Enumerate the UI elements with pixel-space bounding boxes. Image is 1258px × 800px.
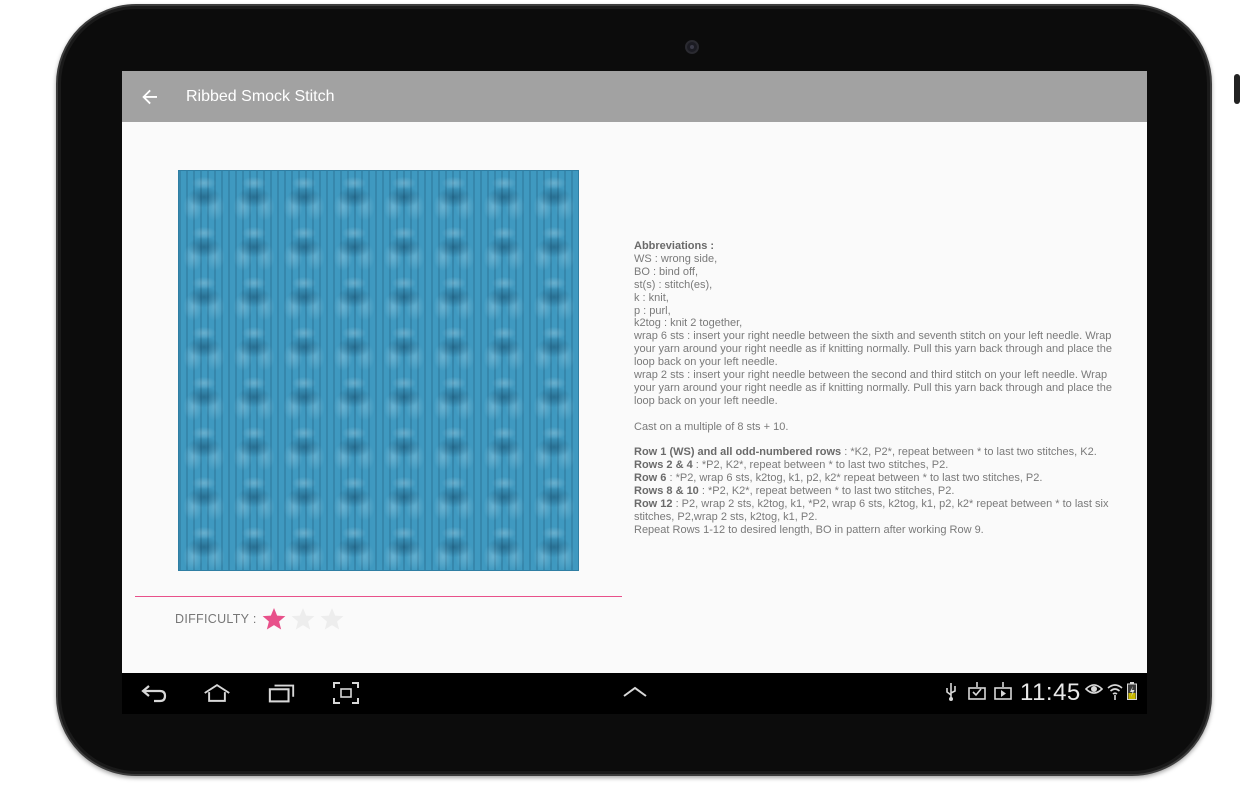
nav-back-icon[interactable] <box>140 681 168 705</box>
row-text: : *K2, P2*, repeat between * to last two… <box>841 446 1097 459</box>
row-label: Rows 2 & 4 <box>634 459 693 472</box>
row-label: Row 1 (WS) and all odd-numbered rows <box>634 446 842 459</box>
star-filled-icon <box>262 607 285 630</box>
stitch-instructions: Abbreviations : WS : wrong side, BO : bi… <box>634 240 1130 537</box>
row-instruction-continued: stitches, P2,wrap 2 sts, k2tog, k1, P2. <box>634 511 818 523</box>
system-nav-bar: 11:45 <box>122 673 1147 714</box>
star-empty-icon <box>291 607 314 630</box>
abbreviation-line: WS : wrong side, <box>634 252 718 265</box>
row-label: Rows 8 & 10 <box>634 485 699 498</box>
abbreviation-line: wrap 6 sts : insert your right needle be… <box>634 330 1112 343</box>
repeat-note: Repeat Rows 1-12 to desired length, BO i… <box>634 523 984 536</box>
status-clock: 11:45 <box>1020 679 1081 706</box>
row-instruction: Rows 8 & 10 : *P2, K2*, repeat between *… <box>634 485 1130 498</box>
row-instruction: Row 6 : *P2, wrap 6 sts, k2tog, k1, p2, … <box>634 472 1130 485</box>
difficulty-rating: DIFFICULTY : <box>175 606 348 632</box>
abbreviation-line: p : purl, <box>634 304 671 317</box>
download-done-icon <box>968 682 986 700</box>
abbreviations-heading: Abbreviations : <box>634 240 715 252</box>
abbreviation-line: BO : bind off, <box>634 265 699 278</box>
row-instruction: Row 1 (WS) and all odd-numbered rows : *… <box>634 446 1130 459</box>
screen: Ribbed Smock Stitch DIFFICULTY : Abbrevi… <box>122 71 1147 714</box>
nav-screenshot-icon[interactable] <box>332 681 360 705</box>
back-button[interactable] <box>122 71 178 122</box>
row-label: Row 6 <box>634 472 667 485</box>
battery-charging-icon <box>1127 682 1137 700</box>
page-title: Ribbed Smock Stitch <box>186 87 335 105</box>
abbreviation-line: loop back on your left needle. <box>634 394 778 407</box>
row-text: : *P2, K2*, repeat between * to last two… <box>692 459 949 472</box>
row-label: Row 12 <box>634 498 673 511</box>
row-instruction: Rows 2 & 4 : *P2, K2*, repeat between * … <box>634 459 1130 472</box>
row-text: : *P2, wrap 6 sts, k2tog, k1, p2, k2* re… <box>666 472 1043 485</box>
abbreviation-line: k : knit, <box>634 291 669 304</box>
abbreviation-line: your yarn around your right needle as if… <box>634 343 1112 356</box>
divider <box>135 596 622 597</box>
row-text: : *P2, K2*, repeat between * to last two… <box>698 485 955 498</box>
cast-on-text: Cast on a multiple of 8 sts + 10. <box>634 420 789 433</box>
difficulty-label: DIFFICULTY : <box>175 612 257 626</box>
media-play-icon <box>994 682 1012 700</box>
abbreviation-line: st(s) : stitch(es), <box>634 278 713 291</box>
arrow-back-icon <box>142 89 157 104</box>
stitch-photo <box>178 170 579 571</box>
nav-home-icon[interactable] <box>203 681 231 705</box>
abbreviation-line: wrap 2 sts : insert your right needle be… <box>634 369 1108 382</box>
nav-recents-icon[interactable] <box>268 681 296 705</box>
stitch-detail: DIFFICULTY : Abbreviations : WS : wrong … <box>122 122 1147 673</box>
abbreviation-line: your yarn around your right needle as if… <box>634 381 1112 394</box>
row-text: : P2, wrap 2 sts, k2tog, k1, *P2, wrap 6… <box>672 498 1109 511</box>
wifi-icon <box>1107 684 1123 700</box>
app-bar: Ribbed Smock Stitch <box>122 71 1147 122</box>
side-key <box>1234 74 1240 104</box>
eye-icon <box>1085 684 1103 694</box>
front-camera <box>685 40 699 54</box>
star-empty-icon <box>320 607 343 630</box>
row-instruction: Row 12 : P2, wrap 2 sts, k2tog, k1, *P2,… <box>634 498 1130 511</box>
abbreviation-line: k2tog : knit 2 together, <box>634 317 743 330</box>
usb-icon <box>946 683 956 701</box>
nav-up-chevron-icon[interactable] <box>621 681 649 705</box>
abbreviation-line: loop back on your left needle. <box>634 356 778 369</box>
